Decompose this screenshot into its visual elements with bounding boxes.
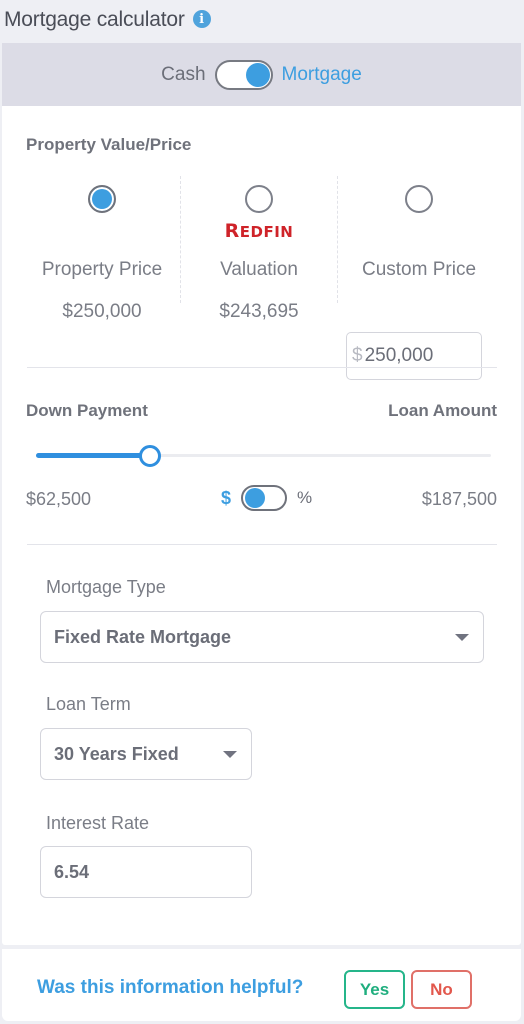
custom-price-value[interactable]: 250,000 [365,345,434,367]
slider-thumb[interactable] [139,445,161,467]
interest-rate-input[interactable]: 6.54 [40,846,252,898]
feedback-bar: Was this information helpful? Yes No [2,949,521,1021]
radio-property-price[interactable] [88,185,116,213]
page-title: Mortgage calculator [4,8,185,31]
cash-mortgage-toggle[interactable] [214,59,273,90]
loan-term-label: Loan Term [46,694,131,714]
down-payment-amount: $62,500 [26,489,92,509]
property-value-options: Property Price $250,000 REDFIN Valuation… [24,176,500,380]
radio-custom-price[interactable] [405,185,433,213]
slider-fill [36,453,150,458]
option-label: Valuation [220,259,298,280]
chevron-down-icon [455,634,469,641]
dollar-percent-toggle[interactable] [241,485,288,511]
toggle-knob [245,488,266,508]
loan-amount-title: Loan Amount [388,401,497,420]
loan-term-select[interactable]: 30 Years Fixed [40,728,252,780]
option-value: $250,000 [62,301,142,322]
down-payment-slider[interactable] [36,445,491,467]
loan-amount-value: $187,500 [421,489,497,509]
no-button[interactable]: No [411,970,472,1009]
property-value-title: Property Value/Price [26,135,192,154]
payment-mode-bar: Cash Mortgage [2,43,521,106]
percent-unit-label[interactable]: % [297,488,312,508]
redfin-logo: REDFIN [224,220,294,242]
mortgage-type-value: Fixed Rate Mortgage [54,626,232,647]
option-label: Property Price [41,259,163,280]
divider [27,367,497,368]
header: Mortgage calculator i [4,4,211,36]
unit-toggle-group: $ % [221,485,312,511]
yes-button[interactable]: Yes [344,970,405,1009]
mortgage-label[interactable]: Mortgage [282,64,362,86]
mortgage-type-select[interactable]: Fixed Rate Mortgage [40,611,484,663]
option-value: $243,695 [219,301,299,322]
option-label: Custom Price [361,259,477,280]
chevron-down-icon [223,751,237,758]
down-payment-title: Down Payment [26,401,148,420]
divider [27,544,497,545]
option-custom-price[interactable]: Custom Price $ 250,000 [338,176,500,380]
custom-price-input[interactable]: $ 250,000 [346,332,482,380]
currency-symbol: $ [352,345,363,366]
dollar-unit-label[interactable]: $ [221,488,231,509]
radio-redfin-valuation[interactable] [245,185,273,213]
info-icon[interactable]: i [192,10,211,28]
option-property-price[interactable]: Property Price $250,000 [24,176,180,346]
toggle-knob [245,62,270,87]
feedback-question: Was this information helpful? [37,977,304,998]
interest-rate-value[interactable]: 6.54 [54,862,89,883]
mortgage-type-label: Mortgage Type [46,577,166,597]
loan-term-value: 30 Years Fixed [54,743,179,764]
cash-label[interactable]: Cash [161,64,205,86]
mortgage-calculator-card: Cash Mortgage Property Value/Price Prope… [2,43,521,945]
option-redfin-valuation[interactable]: REDFIN Valuation $243,695 [181,176,337,346]
interest-rate-label: Interest Rate [46,813,150,833]
